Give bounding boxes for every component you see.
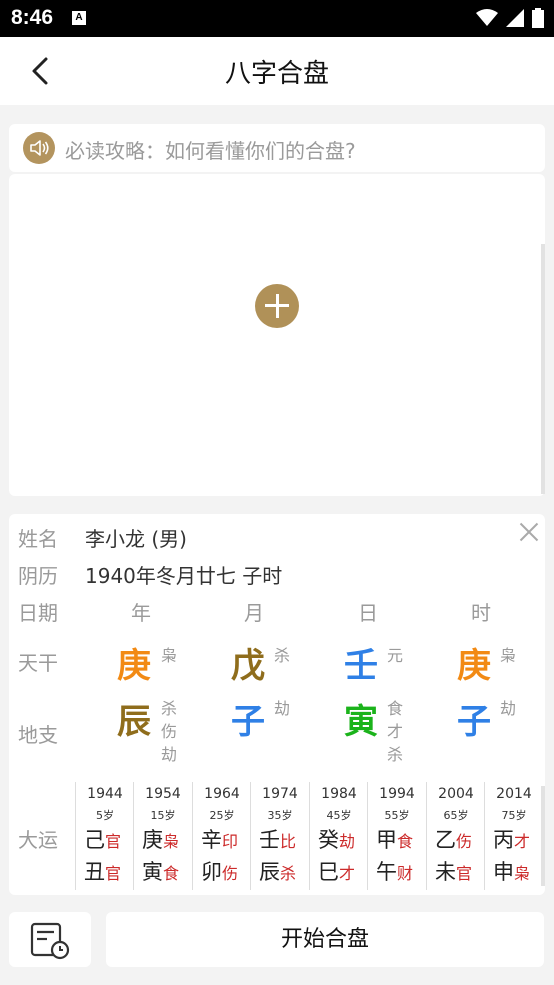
status-time: 8:46: [11, 6, 54, 29]
dizhi-year-god-1: 杀: [161, 699, 178, 718]
start-match-button[interactable]: 开始合盘: [106, 912, 544, 967]
add-partner-panel: [9, 174, 545, 496]
dayun-item: 1944 5岁 己官 丑官: [75, 782, 134, 890]
status-bar: 8:46 A: [0, 0, 554, 37]
dayun-item: 2004 65岁 乙伤 未官: [426, 782, 485, 890]
dizhi-month: 子: [231, 702, 265, 742]
dizhi-label: 地支: [18, 723, 58, 747]
dizhi-day: 寅: [344, 702, 378, 742]
dizhi-hour-god: 劫: [500, 699, 517, 718]
signal-icon: [506, 9, 524, 27]
dayun-label: 大运: [18, 828, 58, 852]
page-title: 八字合盘: [224, 59, 329, 89]
dayun-item: 1954 15岁 庚枭 寅食: [133, 782, 192, 890]
column-hour: 时: [471, 601, 491, 625]
tiangan-hour-god: 枭: [500, 646, 517, 665]
scrollbar[interactable]: [541, 244, 545, 494]
tiangan-year: 庚: [117, 646, 151, 686]
guide-tip-banner[interactable]: 必读攻略：如何看懂你们的合盘?: [9, 124, 545, 172]
bazi-card: 姓名 李小龙 (男) 阴历 1940年冬月廿七 子时 日期 年 月 日 时 天干…: [9, 514, 545, 895]
name-label: 姓名: [18, 527, 58, 551]
name-value: 李小龙 (男): [85, 527, 187, 551]
dizhi-day-god-1: 食: [387, 699, 404, 718]
dayun-item: 1974 35岁 壬比 辰杀: [250, 782, 309, 890]
tiangan-label: 天干: [18, 651, 58, 675]
dizhi-year-god-3: 劫: [161, 745, 178, 764]
lunar-value: 1940年冬月廿七 子时: [85, 564, 283, 588]
wifi-icon: [476, 9, 498, 26]
lunar-label: 阴历: [18, 564, 58, 588]
guide-tip-text: 必读攻略：如何看懂你们的合盘?: [65, 139, 356, 163]
add-partner-button[interactable]: [255, 284, 299, 328]
tiangan-hour: 庚: [457, 646, 491, 686]
column-day: 日: [358, 601, 378, 625]
dayun-item: 1994 55岁 甲食 午财: [367, 782, 426, 890]
dizhi-day-god-3: 杀: [387, 745, 404, 764]
app-header: 八字合盘: [0, 37, 554, 105]
dizhi-month-god: 劫: [274, 699, 291, 718]
column-month: 月: [244, 601, 264, 625]
scrollbar[interactable]: [541, 786, 545, 886]
history-button[interactable]: [9, 912, 91, 967]
dizhi-year-god-2: 伤: [161, 722, 178, 741]
date-label: 日期: [18, 601, 58, 625]
column-year: 年: [131, 601, 151, 625]
dizhi-day-god-2: 才: [387, 722, 404, 741]
battery-icon: [532, 8, 544, 28]
speaker-icon: [23, 132, 55, 164]
tiangan-day-god: 元: [387, 646, 404, 665]
dayun-item: 1984 45岁 癸劫 巳才: [309, 782, 368, 890]
notification-a-icon: A: [72, 11, 86, 25]
dizhi-year: 辰: [117, 702, 151, 742]
tiangan-day: 壬: [344, 646, 378, 686]
tiangan-year-god: 枭: [161, 646, 178, 665]
dizhi-hour: 子: [457, 702, 491, 742]
tiangan-month-god: 杀: [274, 646, 291, 665]
calendar-clock-icon: [30, 922, 70, 960]
close-icon[interactable]: [517, 520, 541, 544]
tiangan-month: 戊: [231, 646, 265, 686]
dayun-item: 2014 75岁 丙才 申枭: [484, 782, 543, 890]
dayun-item: 1964 25岁 辛印 卯伤: [192, 782, 251, 890]
